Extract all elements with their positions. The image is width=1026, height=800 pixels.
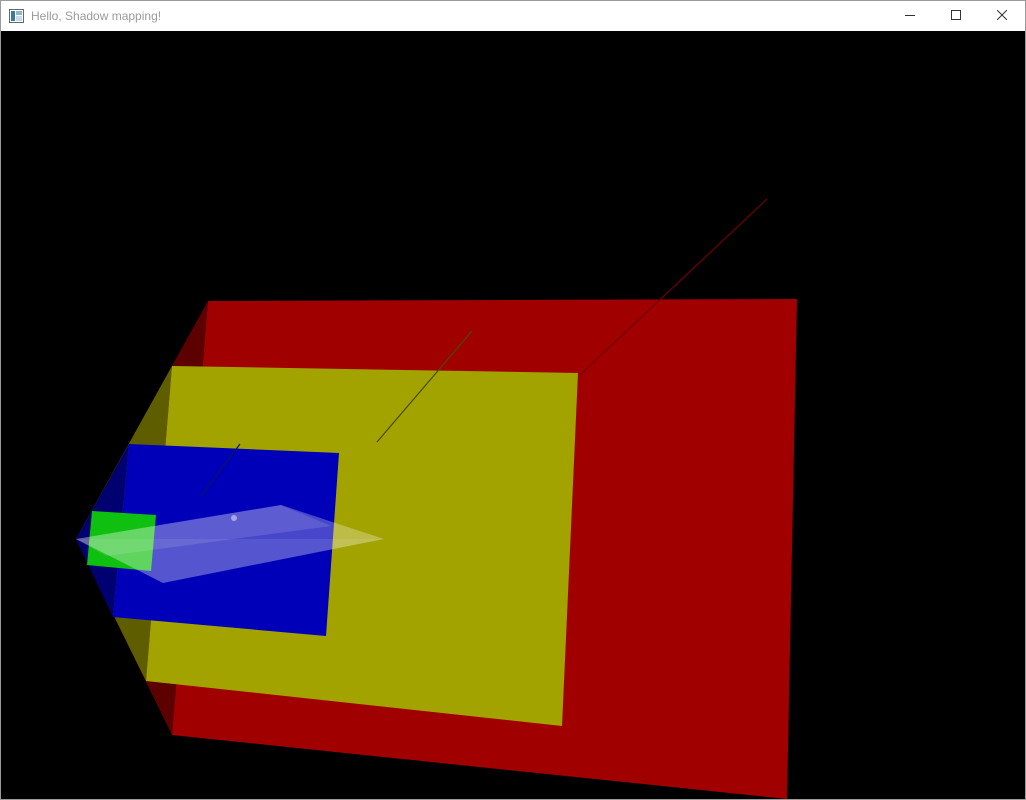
light-source-marker <box>231 515 237 521</box>
minimize-button[interactable] <box>887 1 933 31</box>
minimize-icon <box>905 7 915 25</box>
title-bar[interactable]: Hello, Shadow mapping! <box>1 1 1025 31</box>
app-icon <box>9 9 24 23</box>
render-viewport[interactable] <box>1 31 1025 799</box>
window-title: Hello, Shadow mapping! <box>31 9 162 23</box>
maximize-button[interactable] <box>933 1 979 31</box>
shadow-scene <box>1 31 1025 799</box>
close-button[interactable] <box>979 1 1025 31</box>
app-window: Hello, Shadow mapping! <box>0 0 1026 800</box>
close-icon <box>996 7 1008 25</box>
maximize-icon <box>951 7 961 25</box>
